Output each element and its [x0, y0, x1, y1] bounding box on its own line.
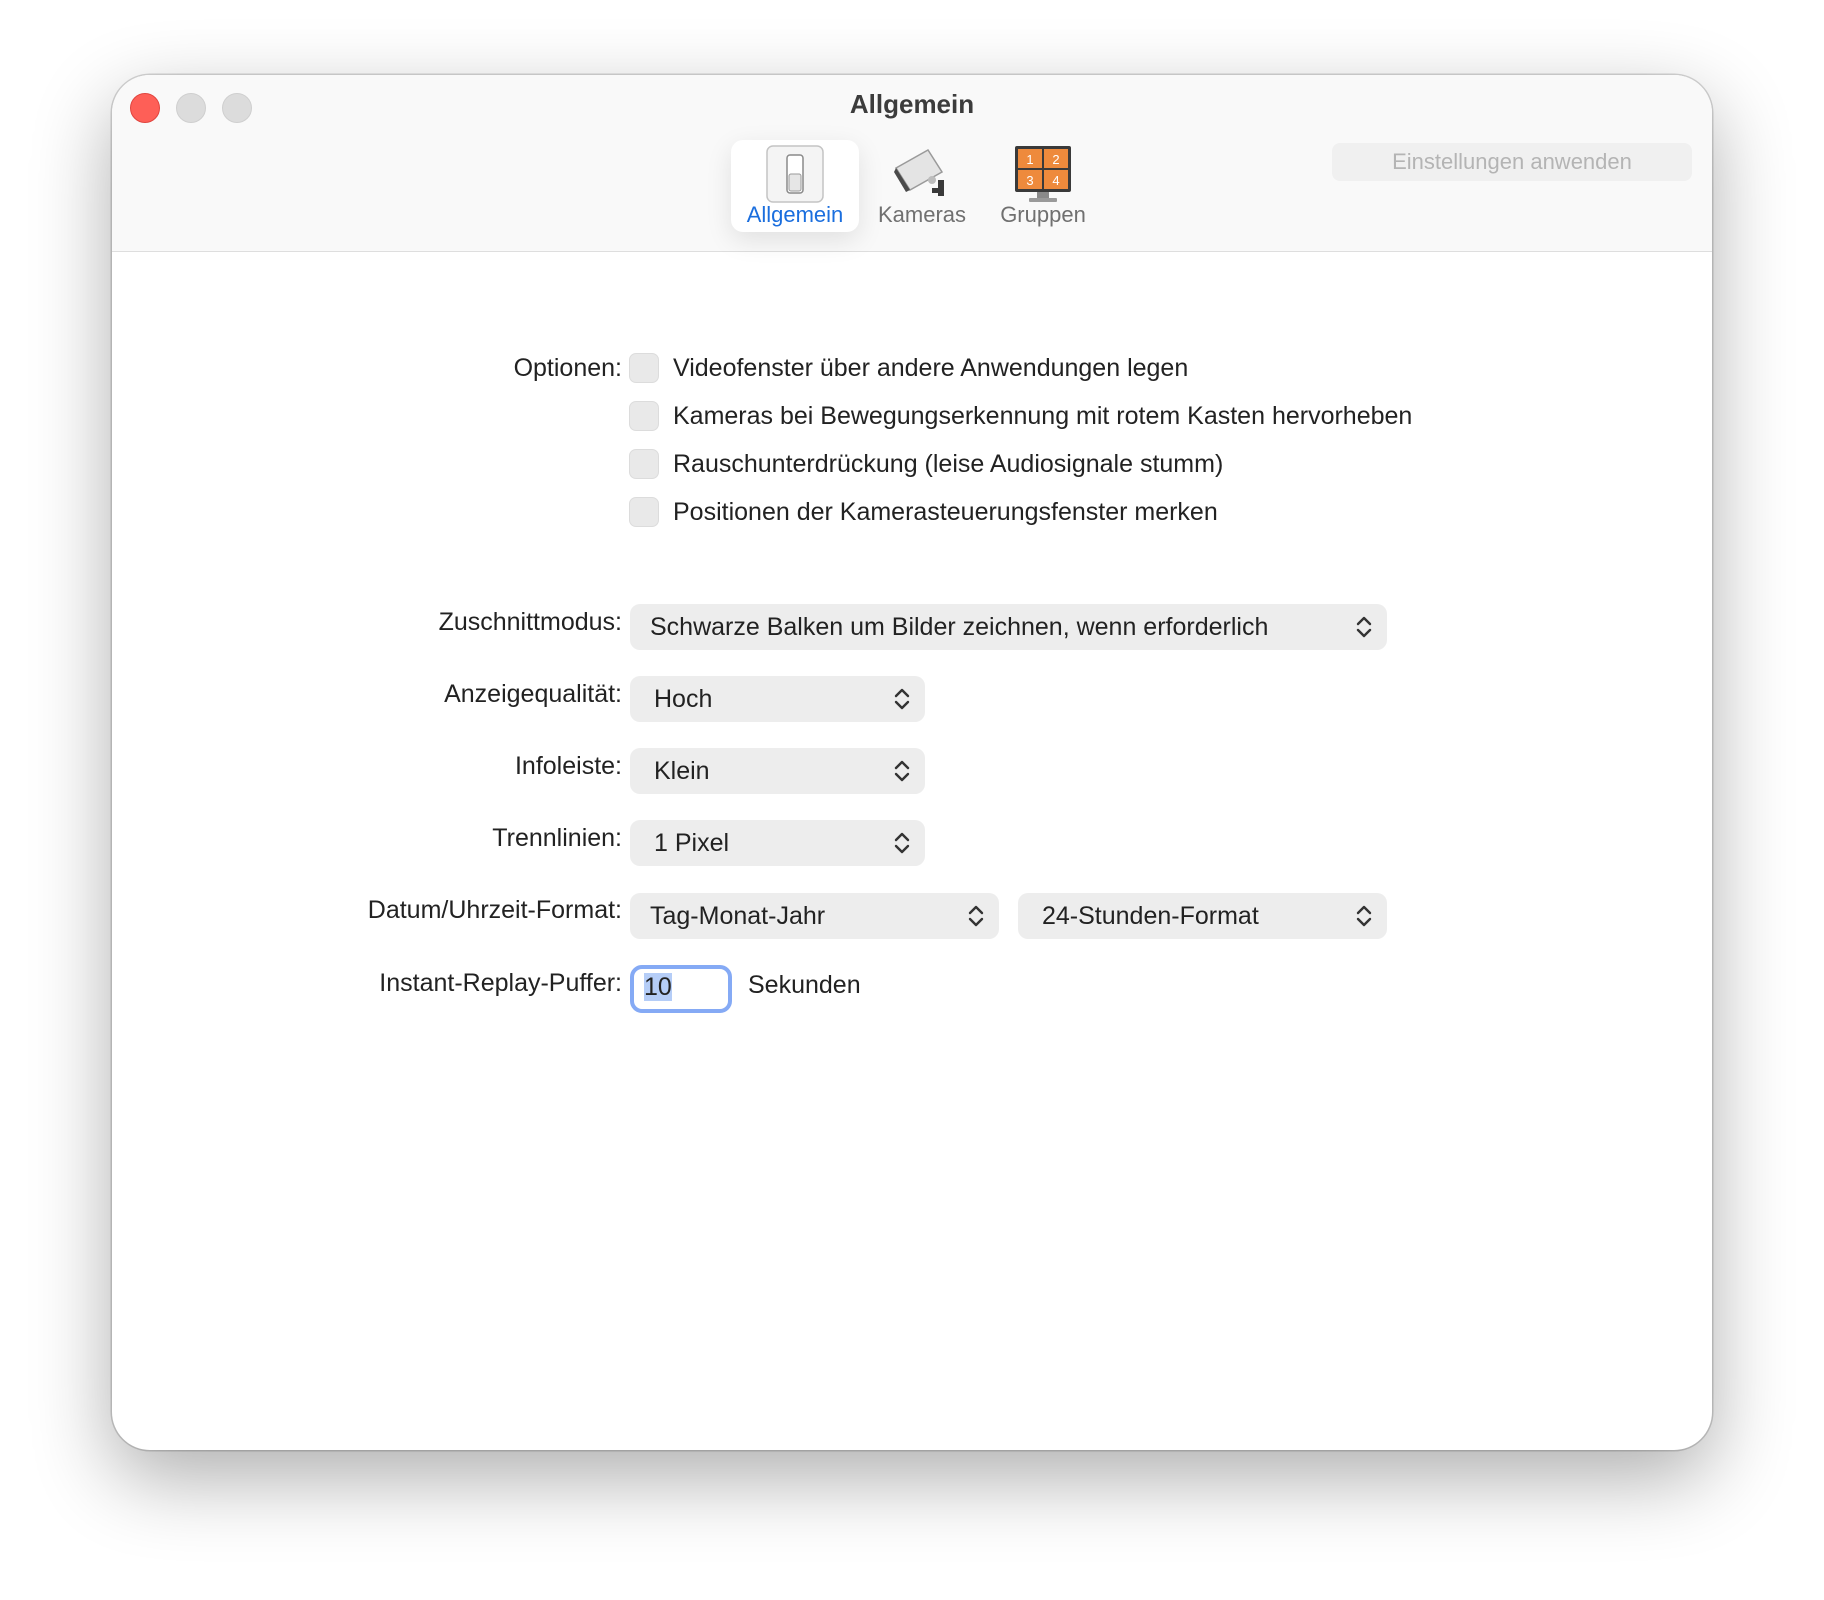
chevron-up-down-icon — [894, 688, 910, 710]
option-row-motion-highlight[interactable]: Kameras bei Bewegungserkennung mit rotem… — [629, 399, 1412, 433]
infobar-value: Klein — [654, 756, 710, 785]
replay-buffer-input[interactable]: 10 — [630, 965, 732, 1013]
display-quality-select[interactable]: Hoch — [630, 676, 925, 722]
replay-buffer-value: 10 — [644, 973, 672, 1001]
remember-positions-label: Positionen der Kamerasteuerungsfenster m… — [673, 497, 1218, 526]
tab-kameras[interactable]: Kameras — [867, 140, 977, 232]
grid-number-1: 1 — [1026, 152, 1033, 167]
replay-buffer-label: Instant-Replay-Puffer: — [379, 969, 622, 997]
tab-kameras-label: Kameras — [877, 202, 967, 227]
chevron-up-down-icon — [1356, 616, 1372, 638]
chevron-up-down-icon — [894, 832, 910, 854]
chevron-up-down-icon — [894, 760, 910, 782]
crop-mode-select[interactable]: Schwarze Balken um Bilder zeichnen, wenn… — [630, 604, 1387, 650]
display-quality-label: Anzeigequalität: — [444, 680, 622, 708]
separator-value: 1 Pixel — [654, 828, 730, 857]
tab-gruppen[interactable]: 1 2 3 4 Gruppen — [985, 140, 1101, 232]
settings-form: Optionen: Videofenster über andere Anwen… — [112, 253, 1712, 1450]
video-on-top-checkbox[interactable] — [629, 353, 659, 383]
tab-allgemein-label: Allgemein — [746, 202, 844, 227]
security-camera-icon — [894, 148, 944, 196]
option-row-remember-positions[interactable]: Positionen der Kamerasteuerungsfenster m… — [629, 495, 1218, 529]
chevron-up-down-icon — [968, 905, 984, 927]
preferences-window: Allgemein Allgemein Kameras 1 2 3 4 Grup… — [112, 75, 1712, 1450]
crop-mode-value: Schwarze Balken um Bilder zeichnen, wenn… — [650, 612, 1269, 641]
remember-positions-checkbox[interactable] — [629, 497, 659, 527]
display-quality-value: Hoch — [654, 684, 713, 713]
tab-gruppen-label: Gruppen — [1000, 202, 1086, 227]
grid-monitor-icon: 1 2 3 4 — [1015, 146, 1071, 202]
date-format-select[interactable]: Tag-Monat-Jahr — [630, 893, 999, 939]
window-title: Allgemein — [849, 89, 975, 119]
option-row-noise-suppression[interactable]: Rauschunterdrückung (leise Audiosignale … — [629, 447, 1223, 481]
noise-suppression-label: Rauschunterdrückung (leise Audiosignale … — [673, 449, 1224, 478]
separator-select[interactable]: 1 Pixel — [630, 820, 925, 866]
time-format-select[interactable]: 24-Stunden-Format — [1018, 893, 1387, 939]
grid-number-4: 4 — [1052, 173, 1059, 188]
datetime-format-label: Datum/Uhrzeit-Format: — [367, 896, 622, 924]
tab-allgemein[interactable]: Allgemein — [731, 140, 859, 232]
grid-number-2: 2 — [1052, 152, 1059, 167]
infobar-label: Infoleiste: — [514, 752, 622, 780]
replay-buffer-unit: Sekunden — [748, 971, 861, 999]
toggle-switch-icon — [766, 145, 824, 203]
noise-suppression-checkbox[interactable] — [629, 449, 659, 479]
date-format-value: Tag-Monat-Jahr — [650, 901, 826, 930]
chevron-up-down-icon — [1356, 905, 1372, 927]
options-label: Optionen: — [513, 354, 622, 382]
crop-mode-label: Zuschnittmodus: — [438, 608, 622, 636]
video-on-top-label: Videofenster über andere Anwendungen leg… — [673, 353, 1189, 382]
motion-highlight-label: Kameras bei Bewegungserkennung mit rotem… — [673, 401, 1413, 430]
grid-number-3: 3 — [1026, 173, 1033, 188]
motion-highlight-checkbox[interactable] — [629, 401, 659, 431]
time-format-value: 24-Stunden-Format — [1042, 901, 1259, 930]
infobar-select[interactable]: Klein — [630, 748, 925, 794]
option-row-video-on-top[interactable]: Videofenster über andere Anwendungen leg… — [629, 351, 1188, 385]
separator-label: Trennlinien: — [492, 824, 622, 852]
apply-settings-button[interactable]: Einstellungen anwenden — [1332, 143, 1692, 181]
toolbar: Allgemein Allgemein Kameras 1 2 3 4 Grup… — [112, 75, 1712, 252]
